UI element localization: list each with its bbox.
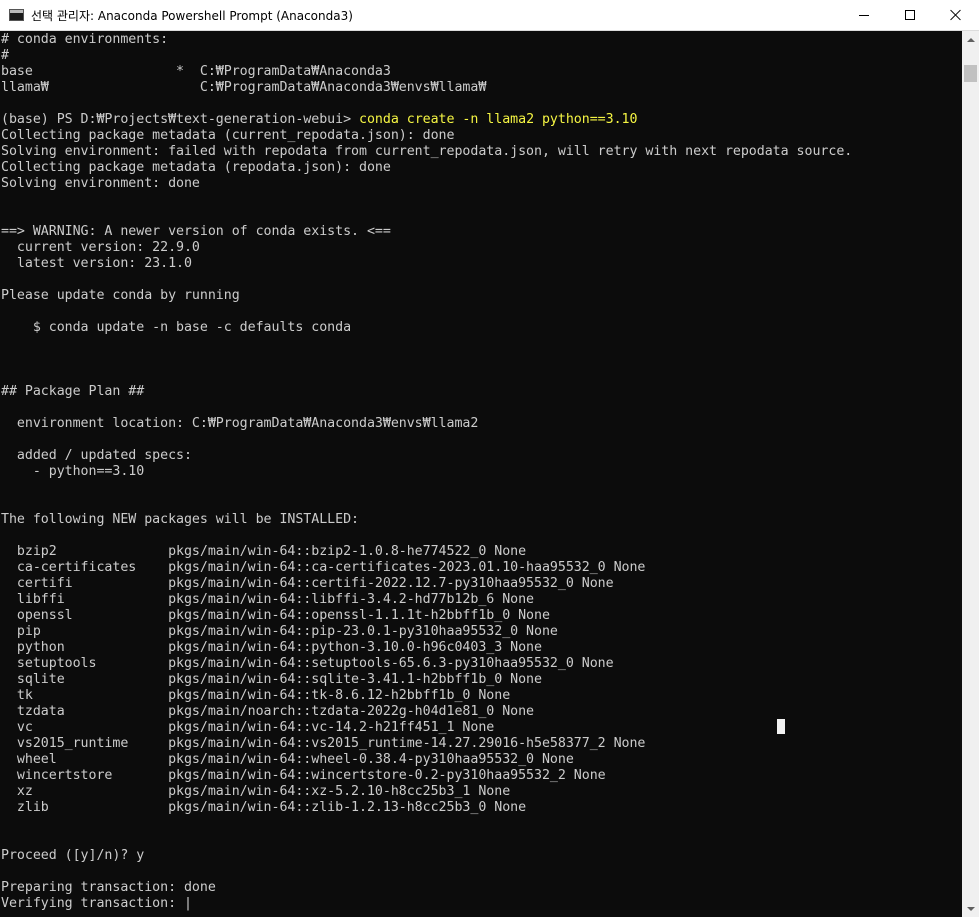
arrow-down-icon: [966, 906, 975, 911]
minimize-button[interactable]: [841, 0, 887, 30]
scroll-up-button[interactable]: [962, 31, 979, 48]
text-cursor-block: [777, 719, 785, 734]
console-line: llama₩ C:₩ProgramData₩Anaconda3₩envs₩lla…: [1, 80, 487, 95]
console-line: (base) PS D:₩Projects₩text-generation-we…: [1, 112, 638, 127]
console-line: ## Package Plan ##: [1, 384, 145, 399]
scroll-down-button[interactable]: [962, 900, 979, 917]
console-window-icon[interactable]: [9, 9, 24, 21]
console-line: bzip2 pkgs/main/win-64::bzip2-1.0.8-he77…: [1, 544, 527, 559]
window-title: 선택 관리자: Anaconda Powershell Prompt (Anac…: [31, 9, 353, 23]
maximize-button[interactable]: [887, 0, 933, 30]
console-line: Collecting package metadata (current_rep…: [1, 128, 455, 143]
console-line: vs2015_runtime pkgs/main/win-64::vs2015_…: [1, 736, 646, 751]
console-line: latest version: 23.1.0: [1, 256, 192, 271]
scrollbar-thumb[interactable]: [964, 65, 977, 82]
console-line: Please update conda by running: [1, 288, 240, 303]
console-line: Solving environment: failed with repodat…: [1, 144, 853, 159]
close-icon: [950, 9, 962, 21]
console-line: environment location: C:₩ProgramData₩Ana…: [1, 416, 479, 431]
console-line: $ conda update -n base -c defaults conda: [1, 320, 352, 335]
console-line: sqlite pkgs/main/win-64::sqlite-3.41.1-h…: [1, 672, 542, 687]
vertical-scrollbar[interactable]: [962, 31, 979, 917]
console-line: Solving environment: done: [1, 176, 200, 191]
typed-command: conda create -n llama2 python==3.10: [359, 112, 638, 127]
console-line: tzdata pkgs/main/noarch::tzdata-2022g-h0…: [1, 704, 535, 719]
terminal-window: 선택 관리자: Anaconda Powershell Prompt (Anac…: [0, 0, 979, 917]
console-line: xz pkgs/main/win-64::xz-5.2.10-h8cc25b3_…: [1, 784, 511, 799]
console-line: #: [1, 48, 9, 63]
console-line: added / updated specs:: [1, 448, 192, 463]
console-line: base * C:₩ProgramData₩Anaconda3: [1, 64, 391, 79]
maximize-icon: [905, 10, 915, 20]
minimize-icon: [859, 14, 869, 16]
console-line: Preparing transaction: done: [1, 880, 216, 895]
console-line: Proceed ([y]/n)? y: [1, 848, 145, 863]
console-line: wincertstore pkgs/main/win-64::wincertst…: [1, 768, 606, 783]
console-line: zlib pkgs/main/win-64::zlib-1.2.13-h8cc2…: [1, 800, 527, 815]
console-line: certifi pkgs/main/win-64::certifi-2022.1…: [1, 576, 614, 591]
console-line: wheel pkgs/main/win-64::wheel-0.38.4-py3…: [1, 752, 574, 767]
console-line: The following NEW packages will be INSTA…: [1, 512, 359, 527]
console-line: ==> WARNING: A newer version of conda ex…: [1, 224, 391, 239]
console-line: openssl pkgs/main/win-64::openssl-1.1.1t…: [1, 608, 550, 623]
arrow-up-icon: [966, 37, 975, 42]
console-line: Verifying transaction: |: [1, 896, 192, 911]
console-line: - python==3.10: [1, 464, 145, 479]
console-line: tk pkgs/main/win-64::tk-8.6.12-h2bbff1b_…: [1, 688, 511, 703]
console-line: ca-certificates pkgs/main/win-64::ca-cer…: [1, 560, 646, 575]
title-bar[interactable]: 선택 관리자: Anaconda Powershell Prompt (Anac…: [0, 0, 979, 31]
console-line: pip pkgs/main/win-64::pip-23.0.1-py310ha…: [1, 624, 558, 639]
console-line: python pkgs/main/win-64::python-3.10.0-h…: [1, 640, 542, 655]
console-line: setuptools pkgs/main/win-64::setuptools-…: [1, 656, 614, 671]
console-line: libffi pkgs/main/win-64::libffi-3.4.2-hd…: [1, 592, 535, 607]
console-line: vc pkgs/main/win-64::vc-14.2-h21ff451_1 …: [1, 720, 495, 735]
console-line: current version: 22.9.0: [1, 240, 200, 255]
close-button[interactable]: [933, 0, 979, 30]
console-line: # conda environments:: [1, 32, 169, 47]
console-line: Collecting package metadata (repodata.js…: [1, 160, 391, 175]
console-output[interactable]: # conda environments: # base * C:₩ProgramD…: [0, 31, 962, 917]
